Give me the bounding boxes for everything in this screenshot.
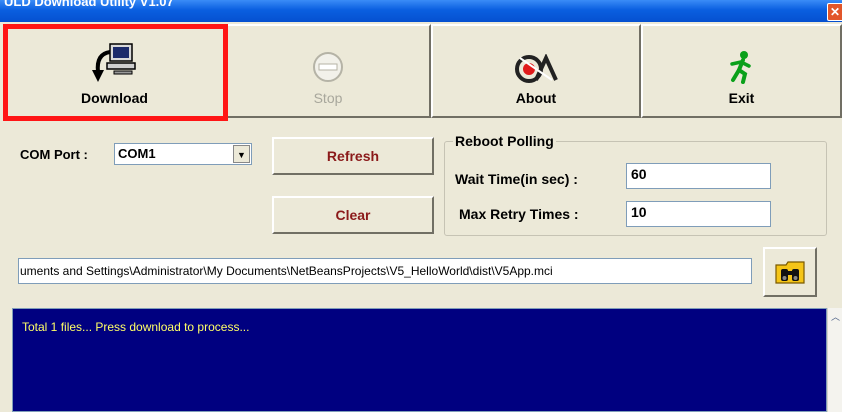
window-title: ULD Download Utility V1.07 <box>4 0 174 9</box>
exit-button[interactable]: Exit <box>641 24 842 118</box>
exit-label: Exit <box>728 90 755 106</box>
title-bar: ULD Download Utility V1.07 ✕ <box>0 0 842 22</box>
file-path-input[interactable]: uments and Settings\Administrator\My Doc… <box>18 258 752 284</box>
wait-time-input[interactable]: 60 <box>626 163 771 189</box>
computer-download-icon <box>91 43 136 82</box>
chevron-up-icon[interactable]: ︿ <box>831 310 840 323</box>
download-label: Download <box>81 90 148 106</box>
reboot-polling-group: Reboot Polling Wait Time(in sec) : 60 Ma… <box>444 133 827 236</box>
stop-button[interactable]: Stop <box>225 24 431 118</box>
company-logo-icon <box>515 54 558 83</box>
close-icon[interactable]: ✕ <box>827 3 842 21</box>
com-port-select[interactable]: COM1 ▼ <box>114 143 252 165</box>
max-retry-label: Max Retry Times : <box>459 206 579 222</box>
download-button[interactable]: Download <box>4 24 225 118</box>
com-port-label: COM Port : <box>20 147 88 162</box>
stop-icon <box>313 52 343 82</box>
about-label: About <box>515 90 557 106</box>
max-retry-input[interactable]: 10 <box>626 201 771 227</box>
chevron-down-icon[interactable]: ▼ <box>233 145 250 163</box>
log-scrollbar[interactable]: ︿ <box>827 308 842 412</box>
refresh-button[interactable]: Refresh <box>272 137 434 175</box>
log-panel: Total 1 files... Press download to proce… <box>12 308 827 412</box>
file-path-text: uments and Settings\Administrator\My Doc… <box>20 264 553 278</box>
reboot-polling-title: Reboot Polling <box>453 133 556 149</box>
about-button[interactable]: About <box>431 24 641 118</box>
browse-button[interactable] <box>763 247 817 297</box>
wait-time-label: Wait Time(in sec) : <box>455 171 578 187</box>
running-man-icon <box>729 51 751 84</box>
clear-button[interactable]: Clear <box>272 196 434 234</box>
binoculars-folder-icon <box>775 261 805 284</box>
log-text: Total 1 files... Press download to proce… <box>22 320 250 334</box>
stop-label: Stop <box>313 90 343 106</box>
com-port-value: COM1 <box>118 146 156 161</box>
